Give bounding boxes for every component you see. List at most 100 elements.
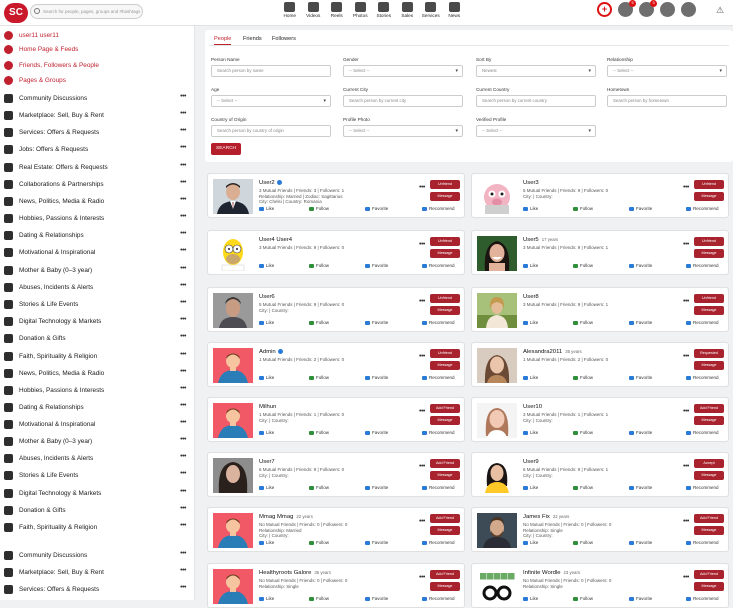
unfriend-button[interactable]: Unfriend <box>694 294 724 303</box>
more-options-icon[interactable]: ••• <box>683 518 689 525</box>
favorite-button[interactable]: Favorite <box>365 263 388 268</box>
message-button[interactable]: Message <box>694 526 724 535</box>
person-name-text[interactable]: Alexandra2011 <box>523 349 562 355</box>
like-button[interactable]: Like <box>259 263 274 268</box>
avatar[interactable] <box>477 293 517 328</box>
sidebar-item[interactable]: Motivational & Inspirational ••• <box>4 418 190 430</box>
nav-services[interactable]: Services <box>419 2 443 18</box>
person-name-text[interactable]: User2 <box>259 180 275 186</box>
favorite-button[interactable]: Favorite <box>629 430 652 435</box>
add-friend-button[interactable]: Add Friend <box>694 404 724 413</box>
sidebar-item[interactable]: Faith, Spirituality & Religion ••• <box>4 350 190 362</box>
sort-by-select[interactable]: Newest ▾ <box>476 65 596 77</box>
follow-button[interactable]: Follow <box>309 320 329 325</box>
person-name[interactable]: Infinite Wordle 23 years <box>523 570 580 576</box>
like-button[interactable]: Like <box>259 596 274 601</box>
sidebar-item[interactable]: Dating & Relationships ••• <box>4 401 190 413</box>
person-name[interactable]: Admin <box>259 349 283 355</box>
avatar[interactable] <box>477 236 517 271</box>
avatar[interactable] <box>213 569 253 604</box>
more-options-icon[interactable]: ••• <box>180 333 186 340</box>
follow-button[interactable]: Follow <box>309 485 329 490</box>
avatar[interactable] <box>213 236 253 271</box>
like-button[interactable]: Like <box>523 596 538 601</box>
favorite-button[interactable]: Favorite <box>629 320 652 325</box>
more-options-icon[interactable]: ••• <box>180 522 186 529</box>
person-name-text[interactable]: User7 <box>259 459 275 465</box>
favorite-button[interactable]: Favorite <box>365 430 388 435</box>
avatar[interactable] <box>213 513 253 548</box>
unfriend-button[interactable]: Unfriend <box>694 180 724 189</box>
follow-button[interactable]: Follow <box>573 375 593 380</box>
sidebar-item[interactable]: Collaborations & Partnerships ••• <box>4 178 190 190</box>
sidebar-item[interactable]: News, Politics, Media & Radio ••• <box>4 195 190 207</box>
more-options-icon[interactable]: ••• <box>180 127 186 134</box>
add-friend-button[interactable]: Add Friend <box>430 459 460 468</box>
like-button[interactable]: Like <box>523 320 538 325</box>
more-options-icon[interactable]: ••• <box>180 550 186 557</box>
sidebar-user[interactable]: user11 user11 <box>4 29 190 41</box>
nav-videos[interactable]: Videos <box>302 2 326 18</box>
add-icon[interactable]: + <box>597 2 612 17</box>
recommend-button[interactable]: Recommend <box>422 596 455 601</box>
sidebar-item[interactable]: Services: Offers & Requests ••• <box>4 126 190 138</box>
logo[interactable]: SC <box>4 3 28 23</box>
recommend-button[interactable]: Recommend <box>686 263 719 268</box>
more-options-icon[interactable]: ••• <box>180 453 186 460</box>
like-button[interactable]: Like <box>523 375 538 380</box>
avatar[interactable] <box>213 293 253 328</box>
search-button[interactable]: SEARCH <box>211 143 241 155</box>
sidebar-item[interactable]: Faith, Spirituality & Religion ••• <box>4 521 190 533</box>
person-name-text[interactable]: Mmag Mmag <box>259 514 293 520</box>
like-button[interactable]: Like <box>523 430 538 435</box>
settings-icon[interactable] <box>681 2 696 17</box>
unfriend-button[interactable]: Unfriend <box>430 294 460 303</box>
verified-profile-select[interactable]: -- Select -- ▾ <box>476 125 596 137</box>
person-name-text[interactable]: James Fix <box>523 514 550 520</box>
person-name-text[interactable]: User8 <box>523 294 539 300</box>
language-icon[interactable]: ⚠ <box>716 5 728 17</box>
current-city-input[interactable]: Search person by current city <box>343 95 463 107</box>
more-options-icon[interactable]: ••• <box>683 574 689 581</box>
accept-button[interactable]: Accept <box>694 459 724 468</box>
unfriend-button[interactable]: Unfriend <box>430 180 460 189</box>
message-button[interactable]: Message <box>430 192 460 201</box>
more-options-icon[interactable]: ••• <box>180 505 186 512</box>
more-options-icon[interactable]: ••• <box>683 298 689 305</box>
sidebar-item[interactable]: Digital Technology & Markets ••• <box>4 315 190 327</box>
more-options-icon[interactable]: ••• <box>180 110 186 117</box>
more-options-icon[interactable]: ••• <box>180 265 186 272</box>
more-options-icon[interactable]: ••• <box>180 196 186 203</box>
more-options-icon[interactable]: ••• <box>419 184 425 191</box>
message-button[interactable]: Message <box>430 471 460 480</box>
sidebar-item-pages[interactable]: Pages & Groups <box>4 74 190 86</box>
unfriend-button[interactable]: Unfriend <box>694 237 724 246</box>
recommend-button[interactable]: Recommend <box>686 540 719 545</box>
country-origin-input[interactable]: Search person by country of origin <box>211 125 331 137</box>
person-name[interactable]: User9 <box>523 459 539 465</box>
more-options-icon[interactable]: ••• <box>180 144 186 151</box>
follow-button[interactable]: Follow <box>309 540 329 545</box>
person-name[interactable]: Alexandra2011 35 years <box>523 349 582 355</box>
nav-news[interactable]: News <box>443 2 467 18</box>
requested-button[interactable]: Requested <box>694 349 724 358</box>
more-options-icon[interactable]: ••• <box>419 353 425 360</box>
more-options-icon[interactable]: ••• <box>419 408 425 415</box>
notification-icon[interactable]: 3 <box>639 0 657 17</box>
follow-button[interactable]: Follow <box>573 320 593 325</box>
more-options-icon[interactable]: ••• <box>180 316 186 323</box>
sidebar-item[interactable]: Marketplace: Sell, Buy & Rent ••• <box>4 109 190 121</box>
more-options-icon[interactable]: ••• <box>180 402 186 409</box>
nav-home[interactable]: Home <box>278 2 302 18</box>
follow-button[interactable]: Follow <box>309 375 329 380</box>
like-button[interactable]: Like <box>259 430 274 435</box>
like-button[interactable]: Like <box>523 485 538 490</box>
person-name[interactable]: Healthyroots Galore 35 years <box>259 570 331 576</box>
message-button[interactable]: Message <box>694 361 724 370</box>
follow-button[interactable]: Follow <box>309 206 329 211</box>
avatar[interactable] <box>213 348 253 383</box>
current-country-input[interactable]: Search person by current country <box>476 95 596 107</box>
avatar[interactable] <box>477 513 517 548</box>
person-name-text[interactable]: User4 User4 <box>259 237 292 243</box>
more-options-icon[interactable]: ••• <box>180 385 186 392</box>
